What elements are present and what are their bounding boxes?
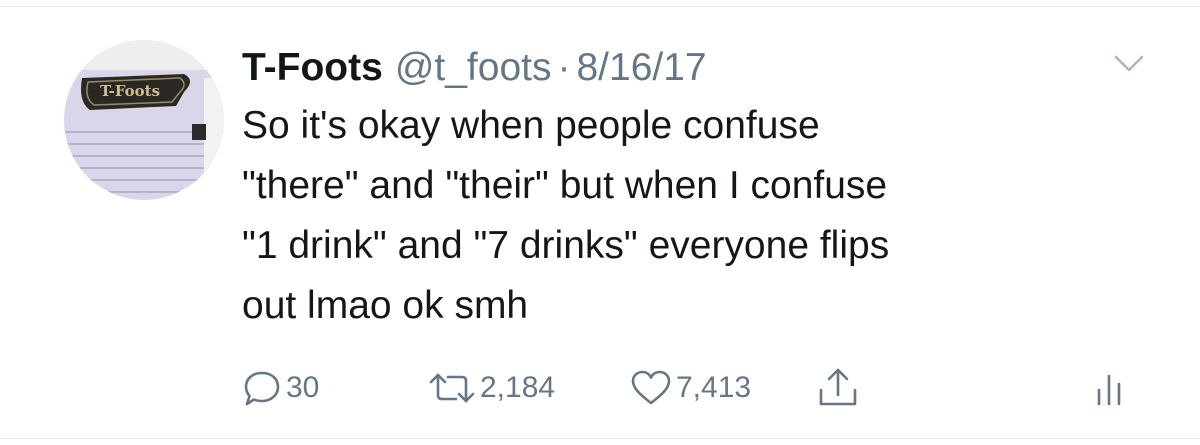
analytics-icon bbox=[1097, 374, 1121, 406]
chevron-down-icon bbox=[1114, 55, 1144, 72]
share-button[interactable] bbox=[816, 360, 860, 416]
more-options-button[interactable] bbox=[1112, 52, 1146, 76]
display-name[interactable]: T-Foots bbox=[242, 40, 383, 96]
tweet-text: So it's okay when people confuse "there"… bbox=[242, 104, 890, 327]
top-divider bbox=[0, 6, 1200, 7]
retweet-count: 2,184 bbox=[480, 371, 556, 404]
bottom-divider bbox=[0, 438, 1200, 439]
avatar[interactable]: T-Foots bbox=[64, 40, 224, 200]
avatar-sign-text: T-Foots bbox=[100, 82, 160, 100]
share-icon bbox=[819, 368, 857, 406]
user-handle[interactable]: @t_foots bbox=[395, 40, 552, 96]
separator-dot: · bbox=[557, 46, 571, 89]
like-button[interactable]: 7,413 bbox=[630, 360, 751, 416]
analytics-button[interactable] bbox=[1094, 360, 1124, 416]
like-count: 7,413 bbox=[676, 371, 752, 404]
tweet-date[interactable]: 8/16/17 bbox=[576, 40, 706, 96]
reply-count: 30 bbox=[286, 371, 320, 404]
avatar-image: T-Foots bbox=[64, 40, 224, 200]
tweet-header: T-Foots @t_foots · 8/16/17 bbox=[242, 40, 707, 96]
tweet-actions: 30 2,184 7,413 bbox=[242, 360, 1142, 416]
reply-bubble-icon bbox=[244, 371, 280, 406]
heart-icon bbox=[631, 370, 671, 405]
retweet-icon bbox=[429, 373, 475, 403]
retweet-button[interactable]: 2,184 bbox=[428, 360, 555, 416]
reply-button[interactable]: 30 bbox=[242, 360, 319, 416]
